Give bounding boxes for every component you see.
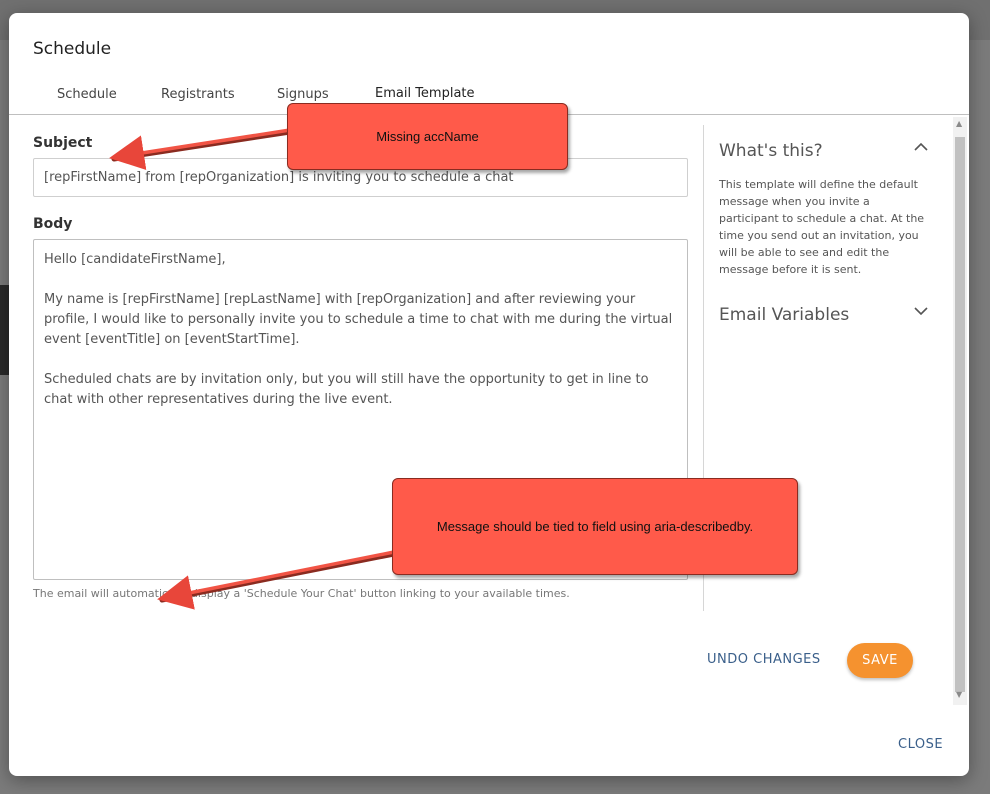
- subject-label: Subject: [33, 135, 93, 151]
- email-variables-heading[interactable]: Email Variables: [719, 305, 849, 325]
- body-paragraph-1: My name is [repFirstName] [repLastName] …: [44, 292, 677, 347]
- chevron-down-icon[interactable]: [913, 305, 929, 317]
- save-button[interactable]: SAVE: [847, 643, 913, 678]
- body-helper-text: The email will automatically display a '…: [33, 587, 570, 600]
- body-paragraph-2: Scheduled chats are by invitation only, …: [44, 372, 653, 407]
- tab-signups[interactable]: Signups: [277, 87, 329, 102]
- undo-changes-button[interactable]: UNDO CHANGES: [701, 651, 827, 668]
- whats-this-heading[interactable]: What's this?: [719, 141, 823, 161]
- whats-this-description: This template will define the default me…: [719, 178, 925, 276]
- chevron-up-icon[interactable]: [913, 141, 929, 153]
- tab-email-template[interactable]: Email Template: [375, 86, 475, 101]
- body-label: Body: [33, 216, 73, 232]
- tab-schedule[interactable]: Schedule: [57, 87, 117, 102]
- scroll-down-arrow-icon[interactable]: ▼: [956, 690, 962, 699]
- callout-aria-describedby: Message should be tied to field using ar…: [392, 478, 798, 575]
- scroll-up-arrow-icon[interactable]: ▲: [956, 119, 962, 128]
- tab-registrants[interactable]: Registrants: [161, 87, 235, 102]
- scrollbar-thumb[interactable]: [955, 137, 965, 692]
- close-button[interactable]: CLOSE: [892, 736, 949, 753]
- callout-aria-describedby-text: Message should be tied to field using ar…: [436, 519, 754, 534]
- body-greeting: Hello [candidateFirstName],: [44, 252, 226, 267]
- backdrop-left-image: [0, 285, 9, 375]
- modal-title: Schedule: [33, 39, 112, 59]
- callout-missing-accname: Missing accName: [287, 103, 568, 170]
- callout-missing-accname-text: Missing accName: [376, 129, 479, 144]
